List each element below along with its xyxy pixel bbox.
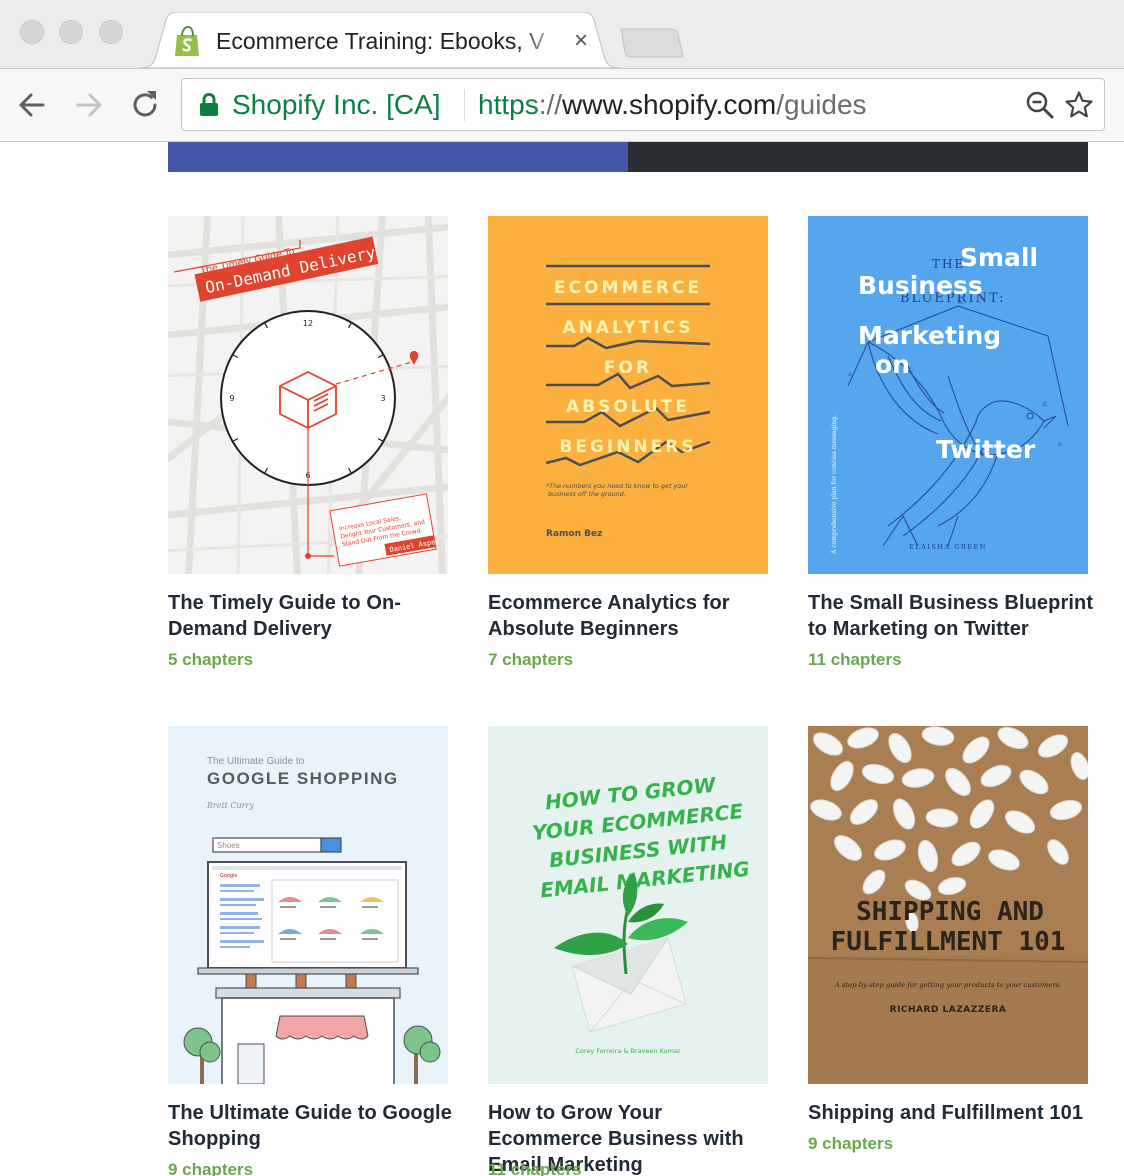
clock-3: 3 (380, 394, 385, 403)
cover-search-text: Shoes (217, 841, 240, 850)
guide-chapter-count: 7 chapters (488, 650, 574, 669)
guide-card-shipping-fulfillment[interactable]: SHIPPING AND FULFILLMENT 101 A step-by-s… (808, 726, 1088, 1176)
guide-title[interactable]: Ecommerce Analytics for Absolute Beginne… (488, 590, 778, 642)
guide-title[interactable]: Shipping and Fulfillment 101 (808, 1100, 1098, 1126)
address-bar[interactable]: Shopify Inc. [CA] https://www.shopify.co… (181, 78, 1105, 131)
site-identity-label[interactable]: Shopify Inc. [CA] (232, 89, 441, 121)
cover-headline-2: FULFILLMENT 101 (831, 927, 1066, 957)
secure-lock-icon (200, 93, 218, 116)
url-path: guides (784, 89, 867, 120)
cover-line-2: ANALYTICS (563, 318, 694, 338)
cover-small: Small (960, 243, 1038, 272)
address-divider (464, 89, 465, 121)
cover-line-5: BEGINNERS (559, 437, 696, 457)
url-scheme: https (478, 89, 539, 120)
guide-title[interactable]: The Small Business Blueprint to Marketin… (808, 590, 1098, 642)
minimize-window-button[interactable] (59, 20, 83, 44)
guide-cover-image[interactable]: HOW TO GROW YOUR ECOMMERCE BUSINESS WITH… (488, 726, 768, 1084)
url-text[interactable]: https://www.shopify.com/guides (478, 89, 867, 121)
cover-marketing: Marketing (858, 321, 1001, 350)
cover-headline-1: SHIPPING AND (856, 897, 1044, 927)
reload-icon[interactable] (127, 87, 163, 123)
close-tab-icon[interactable]: × (566, 26, 596, 56)
shopify-bag-icon (172, 25, 202, 58)
url-separator: :// (538, 89, 563, 120)
guide-chapter-count: 11 chapters (488, 1160, 582, 1176)
guide-chapter-count: 5 chapters (168, 650, 254, 669)
guide-cover-image[interactable]: a. b. d. e. THE BLUEPRINT: Small Business M… (808, 216, 1088, 574)
guide-card-email-marketing[interactable]: HOW TO GROW YOUR ECOMMERCE BUSINESS WITH… (488, 726, 768, 1176)
svg-text:e.: e. (1058, 441, 1064, 448)
bookmark-star-icon[interactable] (1064, 90, 1094, 120)
cover-headline: GOOGLE SHOPPING (207, 769, 399, 788)
cover-tagline-1: *The numbers you need to know to get you… (546, 482, 688, 490)
guide-cover-image[interactable]: The Ultimate Guide to GOOGLE SHOPPING Br… (168, 726, 448, 1084)
cover-subtitle: A step-by-step guide for getting your pr… (834, 981, 1061, 989)
zoom-out-icon[interactable] (1025, 90, 1055, 120)
hero-dark-panel (628, 142, 1088, 172)
guide-chapter-count: 9 chapters (808, 1134, 894, 1153)
cover-authors: Corey Ferreira & Braveen Kumar (575, 1047, 681, 1055)
guide-chapter-count: 11 chapters (808, 650, 902, 669)
new-tab-button[interactable] (617, 27, 685, 59)
tab-title-fade (520, 22, 560, 58)
cover-line-3: FOR (604, 358, 652, 378)
cover-line-1: ECOMMERCE (554, 278, 702, 298)
guide-card-ecommerce-analytics[interactable]: ECOMMERCE ANALYTICS FOR ABSOLUTE BEGINNE… (488, 216, 768, 676)
guide-card-marketing-on-twitter[interactable]: a. b. d. e. THE BLUEPRINT: Small Business M… (808, 216, 1093, 676)
cover-on: on (875, 350, 910, 379)
url-host: www.shopify.com (562, 89, 777, 120)
guide-title[interactable]: The Timely Guide to On-Demand Delivery (168, 590, 458, 642)
guide-cover-image[interactable]: ECOMMERCE ANALYTICS FOR ABSOLUTE BEGINNE… (488, 216, 768, 574)
cover-tagline-2: business off the ground. (548, 490, 626, 498)
cover-line-4: ABSOLUTE (566, 397, 690, 417)
guide-chapter-count: 9 chapters (168, 1160, 254, 1176)
cover-twitter: Twitter (936, 435, 1036, 464)
cover-author: RICHARD LAZAZZERA (890, 1005, 1007, 1015)
cover-author: Brett Curry (206, 801, 254, 810)
guide-cover-image[interactable]: SHIPPING AND FULFILLMENT 101 A step-by-s… (808, 726, 1088, 1084)
svg-text:d.: d. (1043, 401, 1049, 408)
cover-kicker: The Ultimate Guide to (207, 756, 305, 767)
zoom-window-button[interactable] (99, 20, 123, 44)
clock-9: 9 (229, 394, 234, 403)
tab-title: Ecommerce Training: Ebooks, V (216, 28, 545, 54)
guide-cover-image[interactable]: The Timely Guide To On-Demand Delivery 1… (168, 216, 448, 574)
guide-card-google-shopping[interactable]: The Ultimate Guide to GOOGLE SHOPPING Br… (168, 726, 452, 1176)
back-arrow-icon[interactable] (14, 87, 50, 123)
guide-title[interactable]: The Ultimate Guide to Google Shopping (168, 1100, 458, 1152)
svg-text:a.: a. (848, 371, 854, 378)
cover-side-text: A comprehensive plan for concise messagi… (831, 415, 838, 555)
cover-logo-text: Google (220, 873, 237, 879)
url-slash: / (776, 89, 785, 120)
cover-author: Ramon Bez (546, 529, 602, 539)
browser-toolbar: Shopify Inc. [CA] https://www.shopify.co… (0, 68, 1124, 142)
hero-banner-bottom (168, 142, 1088, 172)
forward-arrow-icon[interactable] (71, 87, 107, 123)
cover-business: Business (858, 271, 983, 300)
browser-tab-active[interactable]: Ecommerce Training: Ebooks, V × (140, 12, 620, 68)
browser-tab-strip: Ecommerce Training: Ebooks, V × (0, 0, 1124, 68)
hero-blue-panel (168, 142, 628, 172)
close-window-button[interactable] (20, 20, 44, 44)
guide-card-on-demand-delivery[interactable]: The Timely Guide To On-Demand Delivery 1… (168, 216, 448, 676)
clock-12: 12 (303, 319, 313, 328)
cover-author: ELAISHA GREEN (909, 543, 987, 551)
